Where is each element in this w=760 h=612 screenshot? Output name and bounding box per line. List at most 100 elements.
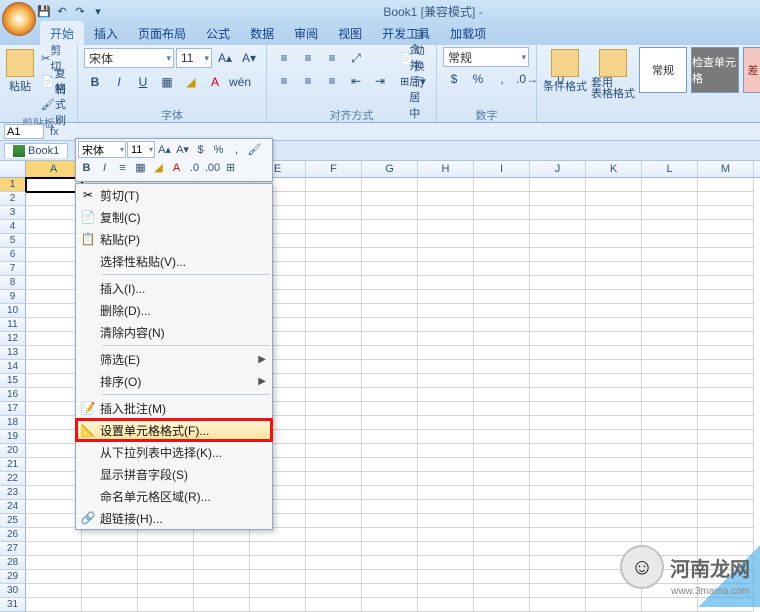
cell[interactable] bbox=[418, 220, 474, 234]
cell[interactable] bbox=[418, 416, 474, 430]
mini-format-painter[interactable]: 🖌 bbox=[246, 141, 263, 158]
cell[interactable] bbox=[306, 318, 362, 332]
cell[interactable] bbox=[530, 178, 586, 192]
cell[interactable] bbox=[474, 402, 530, 416]
cell[interactable] bbox=[194, 570, 250, 584]
fill-color-button[interactable]: ◢ bbox=[180, 71, 202, 93]
cell[interactable] bbox=[474, 332, 530, 346]
cell[interactable] bbox=[26, 206, 82, 220]
cell[interactable] bbox=[306, 500, 362, 514]
select-all-corner[interactable] bbox=[0, 161, 26, 177]
cell[interactable] bbox=[138, 598, 194, 612]
cell[interactable] bbox=[306, 234, 362, 248]
format-painter-button[interactable]: 🖌 格式刷 bbox=[38, 93, 71, 115]
cell[interactable] bbox=[26, 262, 82, 276]
col-header-F[interactable]: F bbox=[306, 161, 362, 177]
cell[interactable] bbox=[26, 500, 82, 514]
cell[interactable] bbox=[194, 556, 250, 570]
menu-item[interactable]: 命名单元格区域(R)... bbox=[76, 485, 272, 507]
cell[interactable] bbox=[250, 556, 306, 570]
cell[interactable] bbox=[586, 458, 642, 472]
menu-item[interactable]: 从下拉列表中选择(K)... bbox=[76, 441, 272, 463]
cell[interactable] bbox=[530, 598, 586, 612]
cell[interactable] bbox=[698, 388, 754, 402]
shrink-font-button[interactable]: A▾ bbox=[238, 47, 260, 69]
cell[interactable] bbox=[530, 500, 586, 514]
cell[interactable] bbox=[586, 374, 642, 388]
cell[interactable] bbox=[306, 444, 362, 458]
cell[interactable] bbox=[698, 360, 754, 374]
cell[interactable] bbox=[642, 332, 698, 346]
cell[interactable] bbox=[306, 276, 362, 290]
cell[interactable] bbox=[82, 598, 138, 612]
cell[interactable] bbox=[362, 318, 418, 332]
cell[interactable] bbox=[642, 262, 698, 276]
cell[interactable] bbox=[26, 472, 82, 486]
cell[interactable] bbox=[418, 584, 474, 598]
cell[interactable] bbox=[82, 570, 138, 584]
cell[interactable] bbox=[306, 416, 362, 430]
cell[interactable] bbox=[586, 360, 642, 374]
cell[interactable] bbox=[474, 374, 530, 388]
cell[interactable] bbox=[418, 276, 474, 290]
cell[interactable] bbox=[530, 556, 586, 570]
cell[interactable] bbox=[362, 178, 418, 192]
cond-format-button[interactable]: 条件格式 bbox=[543, 47, 587, 94]
cell[interactable] bbox=[306, 570, 362, 584]
cell[interactable] bbox=[530, 318, 586, 332]
cell[interactable] bbox=[642, 416, 698, 430]
cell[interactable] bbox=[474, 430, 530, 444]
cell[interactable] bbox=[698, 304, 754, 318]
tab-审阅[interactable]: 审阅 bbox=[284, 21, 328, 45]
mini-percent[interactable]: % bbox=[210, 141, 227, 158]
table-format-button[interactable]: 套用 表格格式 bbox=[591, 47, 635, 100]
cell[interactable] bbox=[306, 332, 362, 346]
cell[interactable] bbox=[474, 556, 530, 570]
cell[interactable] bbox=[530, 276, 586, 290]
row-header[interactable]: 27 bbox=[0, 542, 26, 556]
cell[interactable] bbox=[642, 486, 698, 500]
cell[interactable] bbox=[306, 262, 362, 276]
cell[interactable] bbox=[474, 178, 530, 192]
cell[interactable] bbox=[474, 192, 530, 206]
cell[interactable] bbox=[474, 472, 530, 486]
cell[interactable] bbox=[418, 598, 474, 612]
cell[interactable] bbox=[26, 486, 82, 500]
cell[interactable] bbox=[530, 346, 586, 360]
cell[interactable] bbox=[362, 486, 418, 500]
cell[interactable] bbox=[362, 430, 418, 444]
cell[interactable] bbox=[698, 514, 754, 528]
currency-button[interactable]: $ bbox=[443, 68, 465, 90]
align-center-button[interactable]: ≡ bbox=[297, 70, 319, 92]
menu-item[interactable]: 删除(D)... bbox=[76, 299, 272, 321]
mini-inc-dec[interactable]: .0 bbox=[186, 159, 203, 176]
cell[interactable] bbox=[530, 290, 586, 304]
save-icon[interactable]: 💾 bbox=[36, 4, 52, 20]
cell[interactable] bbox=[362, 248, 418, 262]
row-header[interactable]: 7 bbox=[0, 262, 26, 276]
cell[interactable] bbox=[418, 528, 474, 542]
cell[interactable] bbox=[418, 472, 474, 486]
cell[interactable] bbox=[586, 528, 642, 542]
cell[interactable] bbox=[642, 276, 698, 290]
cell[interactable] bbox=[306, 220, 362, 234]
cell[interactable] bbox=[642, 374, 698, 388]
col-header-M[interactable]: M bbox=[698, 161, 754, 177]
cell[interactable] bbox=[530, 220, 586, 234]
cell[interactable] bbox=[362, 472, 418, 486]
align-bottom-button[interactable]: ≡ bbox=[321, 47, 343, 69]
menu-item[interactable]: 📝插入批注(M) bbox=[76, 397, 272, 419]
cell[interactable] bbox=[586, 402, 642, 416]
cell[interactable] bbox=[530, 206, 586, 220]
cell[interactable] bbox=[362, 276, 418, 290]
workbook-tab-book1[interactable]: Book1 bbox=[4, 143, 68, 158]
cell[interactable] bbox=[362, 290, 418, 304]
row-header[interactable]: 31 bbox=[0, 598, 26, 612]
row-header[interactable]: 25 bbox=[0, 514, 26, 528]
cell[interactable] bbox=[474, 346, 530, 360]
cell[interactable] bbox=[418, 234, 474, 248]
cell[interactable] bbox=[698, 318, 754, 332]
row-header[interactable]: 30 bbox=[0, 584, 26, 598]
cell[interactable] bbox=[418, 290, 474, 304]
row-header[interactable]: 2 bbox=[0, 192, 26, 206]
